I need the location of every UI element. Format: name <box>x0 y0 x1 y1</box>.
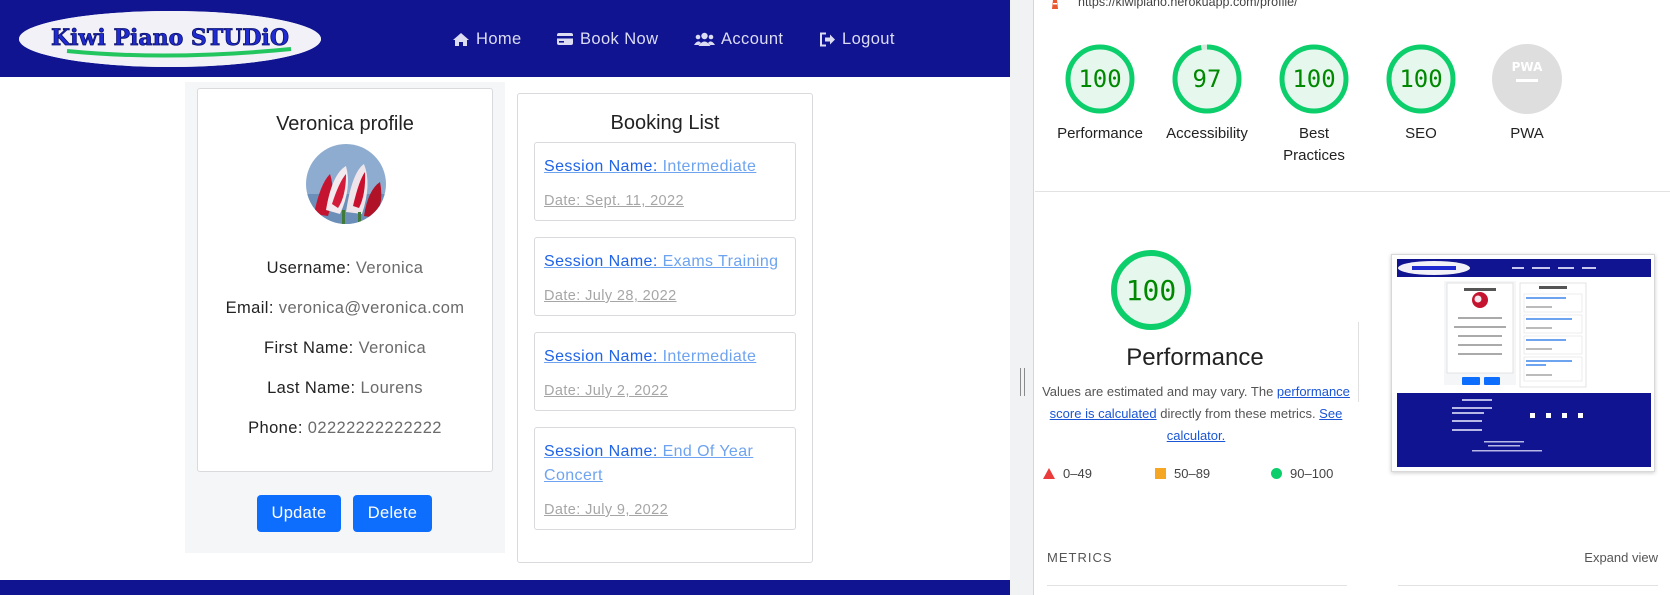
nav-home-label: Home <box>476 29 522 48</box>
profile-first-name: First Name: Veronica <box>263 339 427 357</box>
svg-text:100: 100 <box>1399 65 1442 93</box>
panel-splitter[interactable] <box>1010 0 1034 595</box>
booking-list-title: Booking List <box>610 112 720 134</box>
profile-username: Username: Veronica <box>266 259 424 277</box>
section-divider <box>1035 191 1670 192</box>
performance-description: Values are estimated and may vary. The p… <box>1042 384 1350 443</box>
profile-phone: Phone: 02222222222222 <box>248 419 442 437</box>
gauge-label: Best Practices <box>1283 125 1345 164</box>
gauge-ring: 97 <box>1172 44 1242 114</box>
booking-date-link[interactable]: Date: July 28, 2022 <box>544 288 677 304</box>
booking-item[interactable]: Session Name: Exams Training Date: July … <box>534 237 796 316</box>
legend-pass: 90–100 <box>1271 466 1333 481</box>
booking-date-link[interactable]: Date: July 2, 2022 <box>544 383 668 399</box>
splitter-handle[interactable] <box>1020 368 1025 396</box>
lighthouse-url[interactable]: https://kiwipiano.herokuapp.com/profile/ <box>1078 0 1298 9</box>
svg-text:PWA: PWA <box>1512 60 1543 74</box>
nav-logout[interactable]: Logout <box>819 27 895 51</box>
metrics-divider <box>1047 585 1347 586</box>
nav-account-label: Account <box>721 29 784 48</box>
nav-account[interactable]: Account <box>694 27 783 51</box>
delete-button[interactable]: Delete <box>353 495 432 532</box>
booking-session-link[interactable]: Session Name: Exams Training <box>544 250 788 274</box>
avatar <box>306 144 386 224</box>
booking-date-link[interactable]: Date: July 9, 2022 <box>544 502 668 518</box>
website-viewport: Kiwi Piano STUDiO Home Book Now Account … <box>0 0 1010 595</box>
svg-text:100: 100 <box>1292 65 1335 93</box>
nav-home[interactable]: Home <box>452 27 522 51</box>
performance-title: Performance <box>1126 344 1264 371</box>
sign-out-icon <box>820 32 835 46</box>
metrics-divider <box>1398 585 1658 586</box>
gauge-ring: 100 <box>1279 44 1349 114</box>
expand-view-toggle[interactable]: Expand view <box>1584 550 1658 565</box>
navbar: Kiwi Piano STUDiO Home Book Now Account … <box>0 0 1010 77</box>
lighthouse-panel: https://kiwipiano.herokuapp.com/profile/… <box>1035 0 1670 595</box>
credit-card-icon <box>557 33 573 45</box>
booking-item[interactable]: Session Name: Intermediate Date: July 2,… <box>534 332 796 411</box>
nav-logout-label: Logout <box>842 29 895 48</box>
legend-average: 50–89 <box>1155 466 1210 481</box>
footer-bar <box>0 580 1010 595</box>
red-triangle-icon <box>1043 468 1055 479</box>
users-icon <box>694 32 715 46</box>
booking-list-card: Booking List Session Name: Intermediate … <box>517 93 813 563</box>
lighthouse-icon <box>1052 0 1058 9</box>
logo-wordmark: Kiwi Piano STUDiO <box>19 11 321 67</box>
profile-last-name: Last Name: Lourens <box>267 379 423 397</box>
tulip-avatar-image <box>306 144 386 224</box>
booking-session-link[interactable]: Session Name: Intermediate <box>544 345 788 369</box>
pwa-badge-icon: PWA <box>1492 44 1562 114</box>
legend-fail: 0–49 <box>1043 466 1092 481</box>
gauge-pwa[interactable]: PWA PWA <box>1462 43 1592 145</box>
nav-book-now[interactable]: Book Now <box>556 27 658 51</box>
booking-date-link[interactable]: Date: Sept. 11, 2022 <box>544 193 684 209</box>
svg-text:97: 97 <box>1193 65 1222 93</box>
home-icon <box>453 32 469 46</box>
svg-text:100: 100 <box>1078 65 1121 93</box>
vertical-divider <box>1358 322 1359 402</box>
svg-text:100: 100 <box>1126 274 1177 307</box>
lighthouse-url-row: https://kiwipiano.herokuapp.com/profile/ <box>1035 0 1670 14</box>
gauge-ring: 100 <box>1065 44 1135 114</box>
booking-item[interactable]: Session Name: End Of Year Concert Date: … <box>534 427 796 530</box>
booking-item[interactable]: Session Name: Intermediate Date: Sept. 1… <box>534 142 796 221</box>
nav-book-now-label: Book Now <box>580 29 659 48</box>
profile-email: Email: veronica@veronica.com <box>225 299 465 317</box>
gauge-ring: 100 <box>1386 44 1456 114</box>
logo-text: Kiwi Piano STUDiO <box>51 25 289 51</box>
page-thumbnail-image <box>1392 255 1654 471</box>
profile-title: Veronica profile <box>276 113 414 135</box>
performance-gauge-large: 100 <box>1111 250 1191 330</box>
booking-session-link[interactable]: Session Name: End Of Year Concert <box>544 440 788 488</box>
gauge-label: PWA <box>1510 125 1544 142</box>
metrics-heading: METRICS <box>1047 550 1113 565</box>
green-circle-icon <box>1271 468 1282 479</box>
update-button[interactable]: Update <box>257 495 341 532</box>
orange-square-icon <box>1155 468 1166 479</box>
booking-session-link[interactable]: Session Name: Intermediate <box>544 155 788 179</box>
final-screenshot-thumbnail[interactable] <box>1391 254 1655 472</box>
profile-card: Veronica profile Username: Veronica Emai… <box>197 88 493 472</box>
site-logo[interactable]: Kiwi Piano STUDiO <box>19 11 321 67</box>
